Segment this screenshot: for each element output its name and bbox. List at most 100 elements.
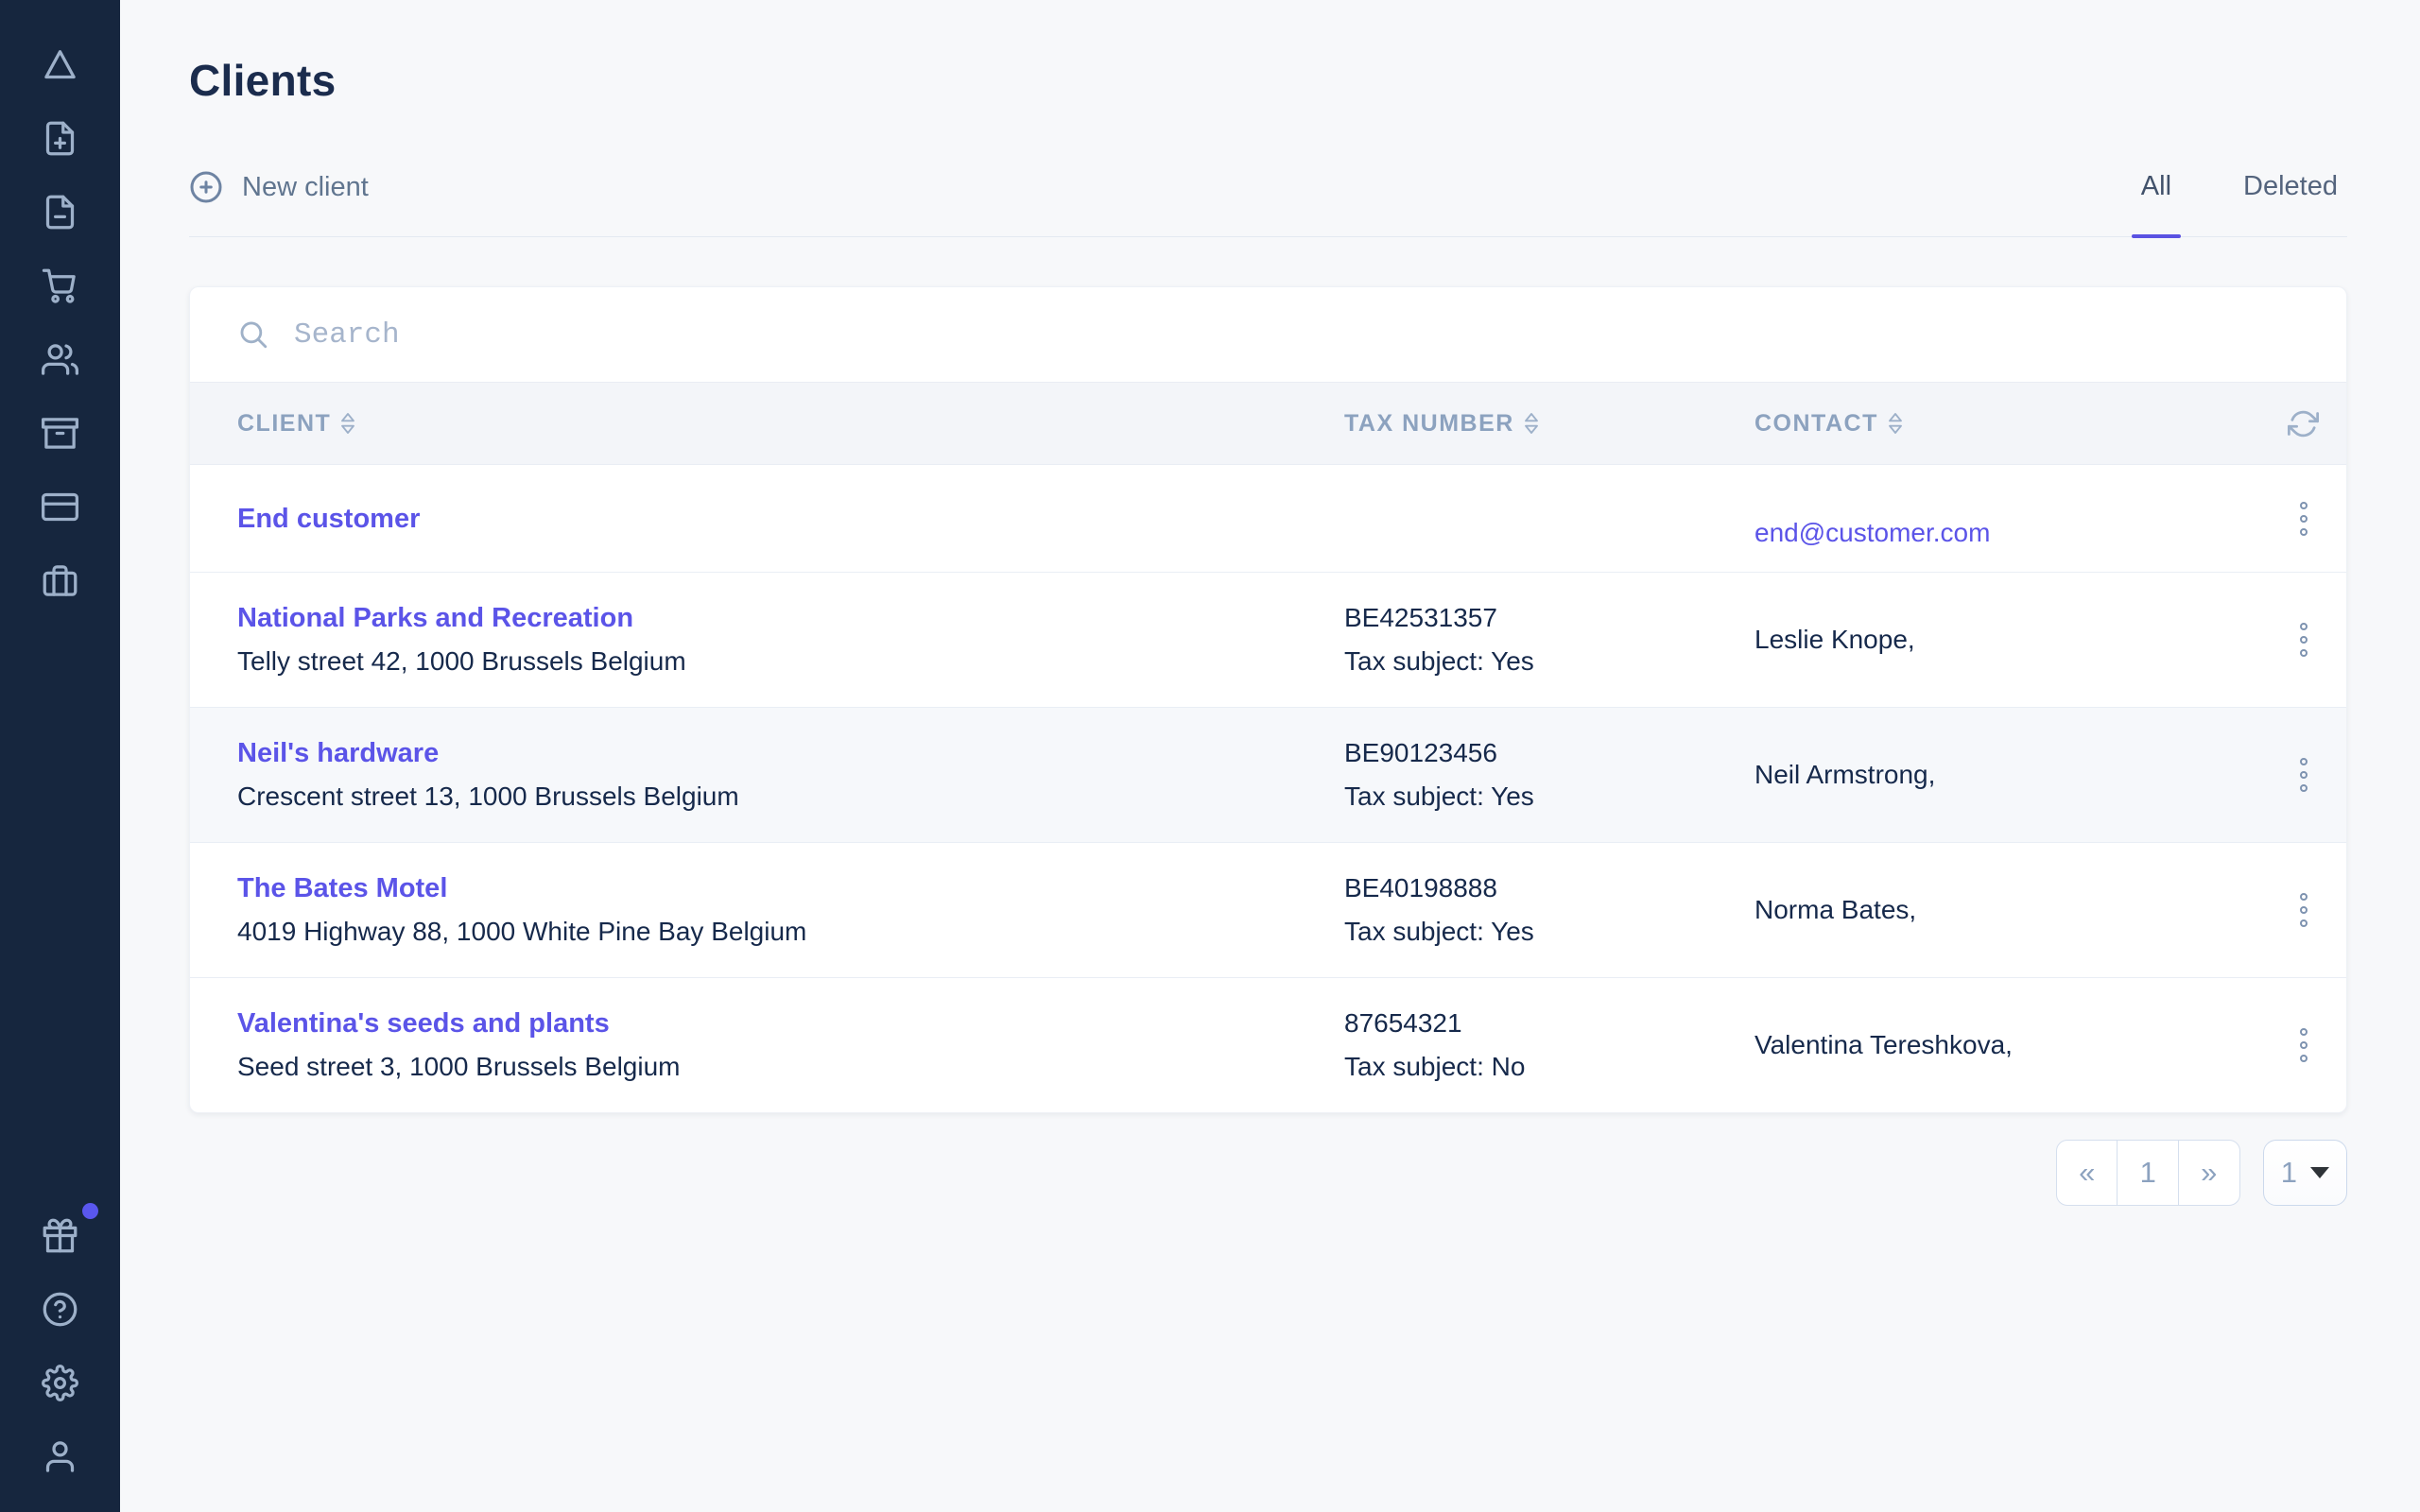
client-address: Seed street 3, 1000 Brussels Belgium: [237, 1045, 1344, 1089]
contact-name: Leslie Knope,: [1754, 618, 2260, 662]
new-client-label: New client: [242, 172, 369, 203]
contact-name: Neil Armstrong,: [1754, 753, 2260, 797]
client-name-link[interactable]: Valentina's seeds and plants: [237, 1002, 1344, 1045]
table-row[interactable]: The Bates Motel 4019 Highway 88, 1000 Wh…: [190, 842, 2346, 977]
kebab-dot: [2300, 502, 2308, 509]
client-name-link[interactable]: Neil's hardware: [237, 731, 1344, 775]
sidebar-item-company[interactable]: [0, 543, 120, 617]
tax-subject: Tax subject: Yes: [1344, 910, 1754, 954]
kebab-dot: [2300, 771, 2308, 779]
page-size-value: 1: [2281, 1156, 2297, 1190]
kebab-menu-button[interactable]: [2290, 748, 2317, 801]
shopping-cart-icon: [42, 267, 78, 304]
kebab-dot: [2300, 906, 2308, 914]
pagination-current-page-button[interactable]: 1: [2117, 1140, 2179, 1206]
notification-dot: [82, 1203, 98, 1219]
column-header-client[interactable]: CLIENT: [190, 410, 1344, 438]
contact-email-link[interactable]: end@customer.com: [1754, 511, 2260, 555]
main-content: Clients New client All Deleted CLIENT: [120, 0, 2420, 1512]
tax-subject: Tax subject: Yes: [1344, 640, 1754, 683]
triangle-logo-icon: [42, 46, 78, 83]
client-address: 4019 Highway 88, 1000 White Pine Bay Bel…: [237, 910, 1344, 954]
kebab-menu-button[interactable]: [2290, 492, 2317, 545]
column-header-contact[interactable]: CONTACT: [1754, 410, 2260, 438]
tab-deleted[interactable]: Deleted: [2234, 171, 2347, 236]
client-address: Crescent street 13, 1000 Brussels Belgiu…: [237, 775, 1344, 818]
contact-name: Norma Bates,: [1754, 888, 2260, 932]
column-label: CLIENT: [237, 410, 331, 438]
tax-number: BE42531357: [1344, 596, 1754, 640]
new-client-button[interactable]: New client: [189, 170, 369, 236]
kebab-menu-button[interactable]: [2290, 1019, 2317, 1072]
tab-all[interactable]: All: [2132, 171, 2181, 236]
tax-number: BE90123456: [1344, 731, 1754, 775]
clients-table-card: CLIENT TAX NUMBER CONTACT: [189, 286, 2347, 1113]
client-name-link[interactable]: National Parks and Recreation: [237, 596, 1344, 640]
contact-cell: Norma Bates,: [1754, 843, 2260, 977]
search-input[interactable]: [292, 318, 2299, 352]
sidebar-item-products[interactable]: [0, 396, 120, 470]
table-row[interactable]: End customer end@customer.com: [190, 465, 2346, 572]
kebab-menu-button[interactable]: [2290, 613, 2317, 666]
pagination-next-button[interactable]: »: [2178, 1140, 2240, 1206]
sidebar-bottom-group: [0, 1198, 120, 1512]
tax-cell: BE90123456 Tax subject: Yes: [1344, 708, 1754, 842]
column-header-tax-number[interactable]: TAX NUMBER: [1344, 410, 1754, 438]
sidebar-item-help[interactable]: [0, 1272, 120, 1346]
sidebar-item-new-invoice[interactable]: [0, 101, 120, 175]
filter-tabs: All Deleted: [2132, 171, 2347, 236]
actions-cell: [2260, 708, 2346, 842]
refresh-button[interactable]: [2288, 408, 2319, 439]
kebab-dot: [2300, 1055, 2308, 1062]
plus-circle-icon: [189, 170, 223, 204]
tax-subject: Tax subject: No: [1344, 1045, 1754, 1089]
kebab-dot: [2300, 515, 2308, 523]
tax-number: 87654321: [1344, 1002, 1754, 1045]
sidebar-item-whats-new[interactable]: [0, 1198, 120, 1272]
sidebar-item-logo[interactable]: [0, 27, 120, 101]
tax-cell: 87654321 Tax subject: No: [1344, 978, 1754, 1112]
sidebar-item-orders[interactable]: [0, 249, 120, 322]
client-name-link[interactable]: The Bates Motel: [237, 867, 1344, 910]
sidebar-item-clients[interactable]: [0, 322, 120, 396]
gear-icon: [42, 1365, 78, 1401]
kebab-dot: [2300, 919, 2308, 927]
sidebar-item-settings[interactable]: [0, 1346, 120, 1419]
table-row[interactable]: Valentina's seeds and plants Seed street…: [190, 977, 2346, 1112]
sidebar-spacer: [0, 617, 120, 1198]
contact-name: Valentina Tereshkova,: [1754, 1023, 2260, 1067]
kebab-dot: [2300, 893, 2308, 901]
contact-cell: end@customer.com: [1754, 465, 2260, 572]
column-label: CONTACT: [1754, 410, 1878, 438]
tax-cell: BE40198888 Tax subject: Yes: [1344, 843, 1754, 977]
table-row[interactable]: Neil's hardware Crescent street 13, 1000…: [190, 707, 2346, 842]
table-row[interactable]: National Parks and Recreation Telly stre…: [190, 572, 2346, 707]
actions-cell: [2260, 843, 2346, 977]
contact-cell: Neil Armstrong,: [1754, 708, 2260, 842]
client-name-link[interactable]: End customer: [237, 497, 1344, 541]
sort-icon: [1524, 412, 1539, 435]
search-icon: [237, 318, 269, 351]
refresh-icon: [2288, 408, 2319, 439]
sidebar-item-account[interactable]: [0, 1419, 120, 1493]
sidebar-item-credit-notes[interactable]: [0, 175, 120, 249]
help-circle-icon: [42, 1291, 78, 1328]
caret-down-icon: [2310, 1167, 2329, 1178]
sidebar-item-payments[interactable]: [0, 470, 120, 543]
kebab-dot: [2300, 1028, 2308, 1036]
page-size-dropdown[interactable]: 1: [2263, 1140, 2347, 1206]
tax-subject: Tax subject: Yes: [1344, 775, 1754, 818]
sort-icon: [340, 412, 355, 435]
toolbar: New client All Deleted: [189, 170, 2347, 237]
file-minus-icon: [42, 194, 78, 231]
client-address: Telly street 42, 1000 Brussels Belgium: [237, 640, 1344, 683]
client-cell: Valentina's seeds and plants Seed street…: [190, 978, 1344, 1112]
kebab-menu-button[interactable]: [2290, 884, 2317, 936]
sort-icon: [1888, 412, 1903, 435]
table-header: CLIENT TAX NUMBER CONTACT: [190, 382, 2346, 465]
pagination-prev-button[interactable]: «: [2056, 1140, 2118, 1206]
actions-cell: [2260, 465, 2346, 572]
client-cell: End customer: [190, 465, 1344, 572]
column-header-actions: [2260, 408, 2346, 439]
kebab-dot: [2300, 1041, 2308, 1049]
